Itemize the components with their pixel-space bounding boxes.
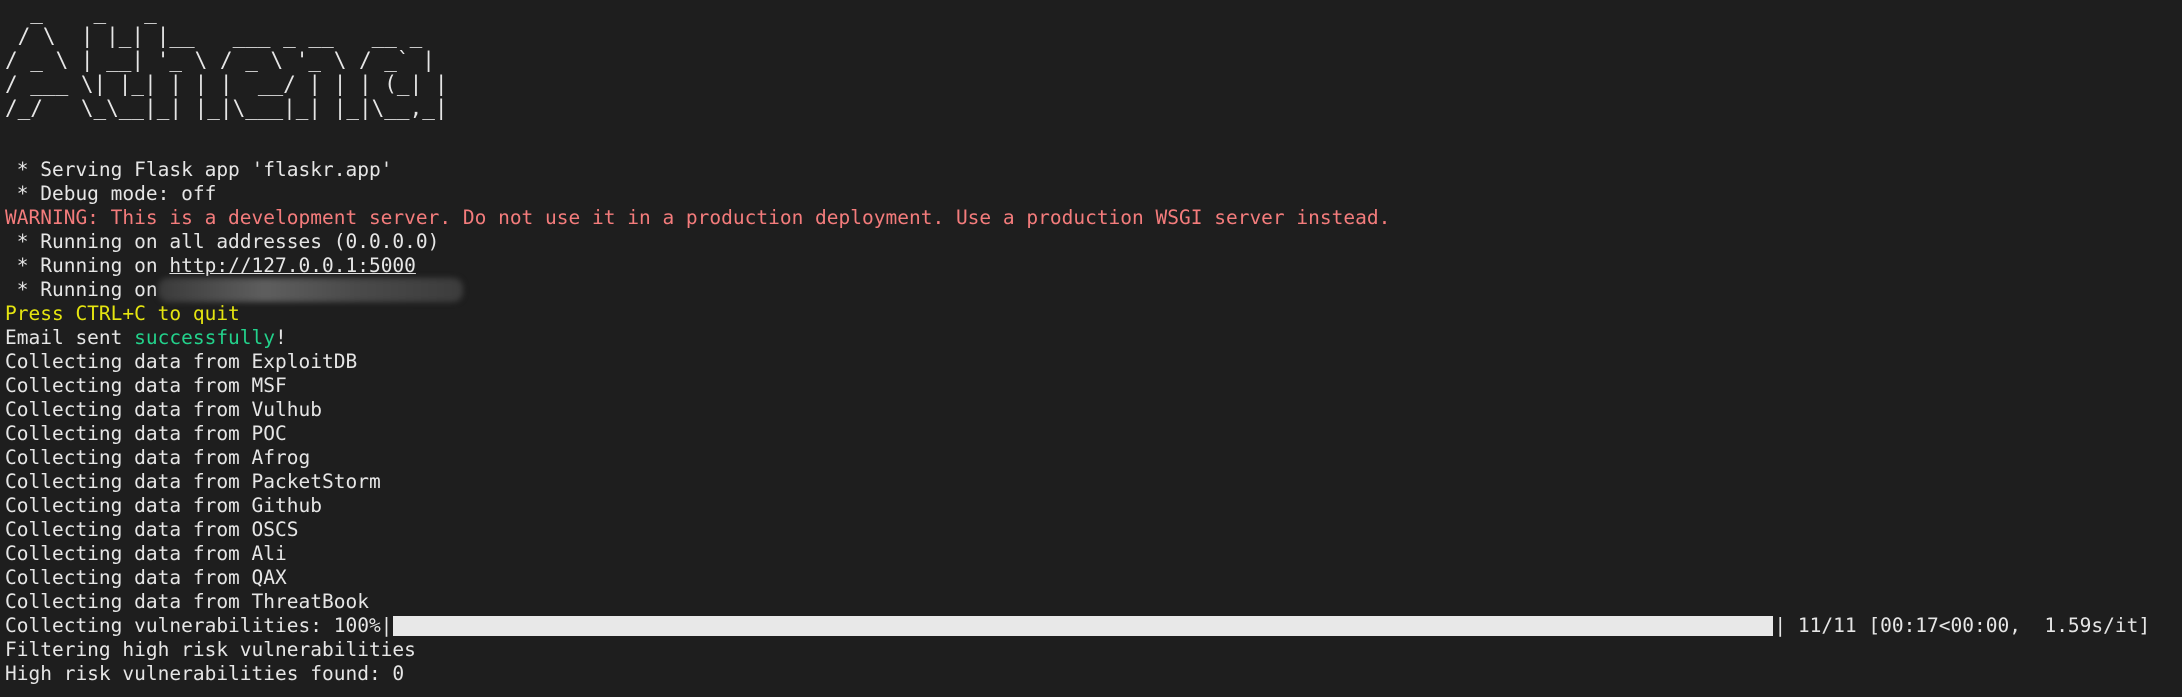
log-line-collecting: Collecting data from Github	[5, 494, 322, 517]
redacted-address	[157, 278, 463, 302]
log-line-collecting: Collecting data from QAX	[5, 566, 287, 589]
log-line-collecting: Collecting data from Vulhub	[5, 398, 322, 421]
local-url-link[interactable]: http://127.0.0.1:5000	[169, 254, 416, 277]
log-line-collecting: Collecting data from ThreatBook	[5, 590, 369, 613]
log-line-found: High risk vulnerabilities found: 0	[5, 662, 405, 685]
log-line-email: Email sent successfully!	[5, 326, 2150, 350]
progress-bar	[393, 616, 1774, 636]
email-success-word: successfully	[134, 326, 276, 349]
log-line-collecting: Collecting data from Ali	[5, 542, 287, 565]
log-line-filtering: Filtering high risk vulnerabilities	[5, 638, 416, 661]
banner-line: /_/ \_\__|_| |_|\___|_| |_|\__,_|	[5, 96, 448, 120]
log-line-collecting: Collecting data from POC	[5, 422, 287, 445]
banner-line: _ _ _	[5, 0, 157, 24]
progress-end: |	[1774, 614, 1787, 637]
log-line-collecting: Collecting data from MSF	[5, 374, 287, 397]
log-line-collecting: Collecting data from ExploitDB	[5, 350, 358, 373]
banner-line: / \ | |_| |__ ___ _ __ __ _	[5, 24, 423, 48]
email-suffix: !	[275, 326, 287, 349]
banner-line: / _ \ | __| '_ \ / _ \ '_ \ / _` |	[5, 48, 435, 72]
log-line-running-local: * Running on http://127.0.0.1:5000	[5, 254, 2150, 278]
banner-line: / ___ \| |_| | | | __/ | | | (_| |	[5, 72, 448, 96]
running-prefix-2: * Running on	[5, 278, 158, 301]
log-line-collecting: Collecting data from Afrog	[5, 446, 311, 469]
log-line-debug: * Debug mode: off	[5, 182, 217, 205]
log-line-running-all: * Running on all addresses (0.0.0.0)	[5, 230, 440, 253]
progress-stats: 11/11 [00:17<00:00, 1.59s/it]	[1786, 614, 2151, 637]
log-line-warning: WARNING: This is a development server. D…	[5, 206, 1391, 229]
email-prefix: Email sent	[5, 326, 135, 349]
terminal-output: * Serving Flask app 'flaskr.app' * Debug…	[5, 158, 2150, 686]
progress-label: Collecting vulnerabilities: 100%|	[5, 614, 393, 637]
log-line-running-redacted: * Running on	[5, 278, 2150, 302]
running-prefix: * Running on	[5, 254, 170, 277]
progress-line: Collecting vulnerabilities: 100%| | 11/11…	[5, 614, 2150, 638]
log-line-collecting: Collecting data from PacketStorm	[5, 470, 381, 493]
athena-ascii-banner: _ _ _ / \ | |_| |__ ___ _ __ __ _ / _ \ …	[5, 0, 2175, 144]
terminal-window[interactable]: _ _ _ / \ | |_| |__ ___ _ __ __ _ / _ \ …	[5, 0, 2175, 697]
log-line-collecting: Collecting data from OSCS	[5, 518, 299, 541]
log-line-quit-hint: Press CTRL+C to quit	[5, 302, 240, 325]
log-line-serving: * Serving Flask app 'flaskr.app'	[5, 158, 393, 181]
